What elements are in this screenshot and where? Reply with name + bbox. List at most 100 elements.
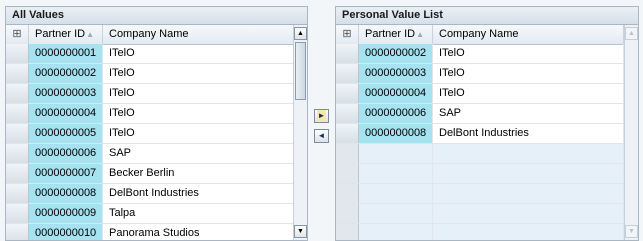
row-selector-button[interactable]	[336, 44, 359, 63]
table-row[interactable]	[336, 224, 624, 240]
partner-id-cell: 0000000002	[29, 64, 103, 83]
company-name-cell: DelBont Industries	[103, 184, 295, 203]
partner-id-cell: 0000000009	[29, 204, 103, 223]
table-row[interactable]: 0000000003 ITelO	[6, 84, 295, 104]
table-row[interactable]: 0000000002 ITelO	[6, 64, 295, 84]
row-selector-button[interactable]	[336, 224, 359, 240]
company-name-cell	[433, 204, 624, 223]
arrow-right-icon: ►	[316, 110, 327, 122]
table-row[interactable]	[336, 204, 624, 224]
company-name-cell	[433, 224, 624, 240]
row-selector-button[interactable]	[6, 84, 29, 103]
row-selector-button[interactable]	[6, 124, 29, 143]
all-values-header: ⊞ Partner ID ▲ Company Name	[6, 25, 295, 45]
table-row[interactable]: 0000000006 SAP	[6, 144, 295, 164]
row-selector-button[interactable]	[6, 104, 29, 123]
row-selector-button[interactable]	[6, 64, 29, 83]
table-row[interactable]: 0000000007 Becker Berlin	[6, 164, 295, 184]
company-name-cell: ITelO	[103, 104, 295, 123]
all-values-scrollbar[interactable]: ▲ ▼	[293, 25, 307, 240]
company-name-cell: ITelO	[103, 84, 295, 103]
partner-id-cell: 0000000008	[29, 184, 103, 203]
row-selector-button[interactable]	[336, 64, 359, 83]
partner-id-cell: 0000000010	[29, 224, 103, 240]
all-values-title: All Values	[6, 7, 307, 25]
table-row[interactable]: 0000000009 Talpa	[6, 204, 295, 224]
row-selector-button[interactable]	[6, 204, 29, 223]
company-name-cell	[433, 164, 624, 183]
table-row[interactable]: 0000000008 DelBont Industries	[336, 124, 624, 144]
table-row[interactable]: 0000000010 Panorama Studios	[6, 224, 295, 240]
row-selector-button[interactable]	[6, 44, 29, 63]
personal-value-list-scrollbar: ▲ ▼	[624, 25, 638, 240]
partner-id-cell	[359, 224, 433, 240]
company-name-cell: Becker Berlin	[103, 164, 295, 183]
personal-value-list-header: ⊞ Partner ID ▲ Company Name	[336, 25, 624, 45]
company-name-column-header[interactable]: Company Name	[433, 25, 624, 44]
partner-id-cell: 0000000005	[29, 124, 103, 143]
company-name-cell: ITelO	[103, 64, 295, 83]
row-selector-button[interactable]	[336, 84, 359, 103]
company-name-cell: ITelO	[433, 84, 624, 103]
partner-id-cell: 0000000006	[359, 104, 433, 123]
company-name-cell: ITelO	[433, 64, 624, 83]
row-selector-button[interactable]	[336, 184, 359, 203]
table-row[interactable]	[336, 164, 624, 184]
company-name-column-header[interactable]: Company Name	[103, 25, 295, 44]
row-selector-button[interactable]	[6, 164, 29, 183]
company-name-cell	[433, 184, 624, 203]
scroll-up-icon[interactable]: ▲	[294, 27, 307, 40]
company-name-cell: ITelO	[433, 44, 624, 63]
row-selector-button[interactable]	[336, 144, 359, 163]
scroll-down-icon[interactable]: ▼	[294, 225, 307, 238]
table-row[interactable]	[336, 144, 624, 164]
company-name-cell: Talpa	[103, 204, 295, 223]
row-selector-button[interactable]	[336, 204, 359, 223]
row-selector-button[interactable]	[336, 124, 359, 143]
all-values-rows: 0000000001 ITelO 0000000002 ITelO 0000000003…	[6, 44, 295, 240]
partner-id-cell: 0000000007	[29, 164, 103, 183]
company-name-cell: Panorama Studios	[103, 224, 295, 240]
sort-ascending-icon: ▲	[86, 30, 94, 39]
partner-id-cell: 0000000001	[29, 44, 103, 63]
personal-value-list-panel: Personal Value List ⊞ Partner ID ▲ Compa…	[335, 6, 639, 241]
row-selector-button[interactable]	[336, 104, 359, 123]
table-row[interactable]: 0000000006 SAP	[336, 104, 624, 124]
table-row[interactable]: 0000000004 ITelO	[6, 104, 295, 124]
sort-ascending-icon: ▲	[416, 30, 424, 39]
arrow-left-icon: ◄	[317, 131, 326, 140]
partner-id-header-label: Partner ID	[365, 28, 416, 40]
table-row[interactable]: 0000000001 ITelO	[6, 44, 295, 64]
table-row[interactable]: 0000000004 ITelO	[336, 84, 624, 104]
table-row[interactable]: 0000000005 ITelO	[6, 124, 295, 144]
row-selector-button[interactable]	[336, 164, 359, 183]
move-left-button[interactable]: ◄	[314, 129, 329, 143]
company-name-cell: ITelO	[103, 44, 295, 63]
table-row[interactable]	[336, 184, 624, 204]
row-selector-button[interactable]	[6, 224, 29, 240]
scroll-thumb[interactable]	[295, 42, 306, 100]
select-all-icon[interactable]: ⊞	[6, 25, 29, 44]
table-row[interactable]: 0000000003 ITelO	[336, 64, 624, 84]
select-all-icon[interactable]: ⊞	[336, 25, 359, 44]
partner-id-column-header[interactable]: Partner ID ▲	[359, 25, 433, 44]
table-row[interactable]: 0000000008 DelBont Industries	[6, 184, 295, 204]
company-name-cell: SAP	[433, 104, 624, 123]
company-name-cell: ITelO	[103, 124, 295, 143]
table-row[interactable]: 0000000002 ITelO	[336, 44, 624, 64]
row-selector-button[interactable]	[6, 144, 29, 163]
partner-id-column-header[interactable]: Partner ID ▲	[29, 25, 103, 44]
partner-id-header-label: Partner ID	[35, 28, 86, 40]
scroll-down-icon: ▼	[625, 225, 638, 238]
partner-id-cell	[359, 144, 433, 163]
company-name-cell: DelBont Industries	[433, 124, 624, 143]
partner-id-cell: 0000000002	[359, 44, 433, 63]
row-selector-button[interactable]	[6, 184, 29, 203]
partner-id-cell: 0000000003	[29, 84, 103, 103]
move-right-button[interactable]: ►	[314, 109, 329, 123]
partner-id-cell	[359, 184, 433, 203]
partner-id-cell: 0000000003	[359, 64, 433, 83]
personal-value-list-rows: 0000000002 ITelO 0000000003 ITelO 0000000004…	[336, 44, 624, 240]
partner-id-cell: 0000000004	[359, 84, 433, 103]
partner-id-cell: 0000000008	[359, 124, 433, 143]
